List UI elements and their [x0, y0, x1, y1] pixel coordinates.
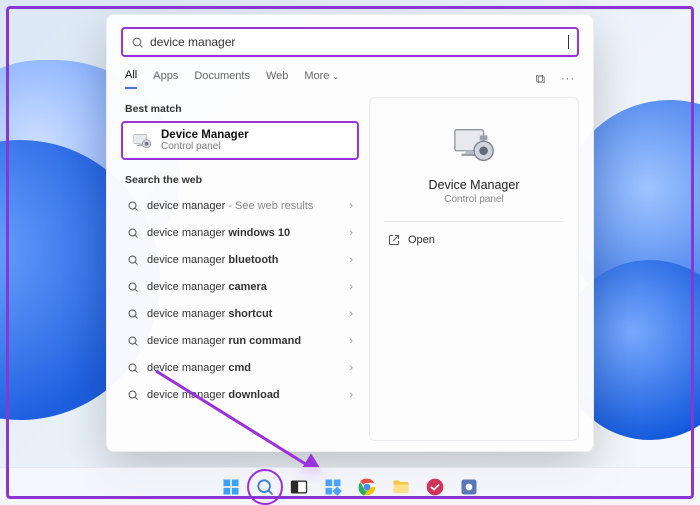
taskbar-widgets-button[interactable]: [320, 474, 346, 500]
chevron-right-icon: ›: [349, 227, 353, 239]
chevron-right-icon: ›: [349, 362, 353, 374]
web-result-item[interactable]: device manager - See web results ›: [121, 192, 359, 219]
taskbar-start-button[interactable]: [218, 474, 244, 500]
web-result-text: device manager download: [147, 389, 341, 401]
web-result-item[interactable]: device manager shortcut ›: [121, 300, 359, 327]
search-icon: [127, 335, 139, 347]
taskbar-app-right2[interactable]: [456, 474, 482, 500]
preview-subtitle: Control panel: [444, 194, 503, 205]
chevron-right-icon: ›: [349, 389, 353, 401]
web-result-text: device manager - See web results: [147, 200, 341, 212]
taskbar: [0, 467, 700, 505]
chevron-right-icon: ›: [349, 308, 353, 320]
chevron-right-icon: ›: [349, 254, 353, 266]
taskbar-taskview-button[interactable]: [286, 474, 312, 500]
web-result-item[interactable]: device manager download ›: [121, 381, 359, 408]
search-icon: [127, 281, 139, 293]
open-icon: [388, 234, 400, 246]
tab-apps[interactable]: Apps: [153, 70, 178, 88]
open-action[interactable]: Open: [384, 228, 564, 252]
tab-more[interactable]: More ⌄: [304, 70, 339, 88]
search-web-heading: Search the web: [121, 168, 359, 192]
search-input[interactable]: [150, 35, 562, 49]
chrome-icon: [357, 477, 377, 497]
chevron-right-icon: ›: [349, 335, 353, 347]
text-caret: [568, 35, 569, 49]
chevron-right-icon: ›: [349, 200, 353, 212]
task-view-icon: [289, 477, 309, 497]
web-result-item[interactable]: device manager camera ›: [121, 273, 359, 300]
open-label: Open: [408, 234, 435, 246]
web-result-item[interactable]: device manager bluetooth ›: [121, 246, 359, 273]
app-icon: [459, 477, 479, 497]
tab-web[interactable]: Web: [266, 70, 288, 88]
taskbar-explorer[interactable]: [388, 474, 414, 500]
more-options-icon[interactable]: ···: [561, 73, 575, 85]
annotation-highlight: [247, 469, 283, 505]
taskbar-search-button[interactable]: [252, 474, 278, 500]
web-result-text: device manager cmd: [147, 362, 341, 374]
search-input-container[interactable]: [121, 27, 579, 57]
app-icon: [425, 477, 445, 497]
search-icon: [127, 254, 139, 266]
best-match-title: Device Manager: [161, 129, 249, 141]
web-result-item[interactable]: device manager run command ›: [121, 327, 359, 354]
windows-icon: [221, 477, 241, 497]
web-result-item[interactable]: device manager cmd ›: [121, 354, 359, 381]
web-result-text: device manager bluetooth: [147, 254, 341, 266]
device-manager-icon: [131, 130, 153, 152]
search-icon: [127, 362, 139, 374]
web-result-text: device manager run command: [147, 335, 341, 347]
best-match-subtitle: Control panel: [161, 141, 249, 152]
search-icon: [127, 308, 139, 320]
folder-icon: [391, 477, 411, 497]
chevron-right-icon: ›: [349, 281, 353, 293]
search-icon: [127, 227, 139, 239]
widgets-icon: [323, 477, 343, 497]
taskbar-chrome[interactable]: [354, 474, 380, 500]
results-left-column: Best match Device Manager Control panel …: [121, 97, 359, 441]
search-icon: [127, 389, 139, 401]
web-result-text: device manager windows 10: [147, 227, 341, 239]
taskbar-app-right1[interactable]: [422, 474, 448, 500]
best-match-heading: Best match: [121, 97, 359, 121]
web-result-item[interactable]: device manager windows 10 ›: [121, 219, 359, 246]
tab-documents[interactable]: Documents: [194, 70, 250, 88]
start-search-panel: All Apps Documents Web More ⌄ ⧉ ··· Best…: [106, 14, 594, 452]
account-icon[interactable]: ⧉: [536, 71, 545, 87]
web-result-text: device manager shortcut: [147, 308, 341, 320]
best-match-result[interactable]: Device Manager Control panel: [121, 121, 359, 160]
tab-all[interactable]: All: [125, 69, 137, 89]
result-preview-pane: Device Manager Control panel Open: [369, 97, 579, 441]
search-icon: [127, 200, 139, 212]
divider: [384, 221, 564, 222]
search-filter-tabs: All Apps Documents Web More ⌄ ⧉ ···: [121, 69, 579, 89]
web-result-text: device manager camera: [147, 281, 341, 293]
web-results-list: device manager - See web results›device …: [121, 192, 359, 408]
device-manager-icon: [451, 122, 497, 168]
preview-title: Device Manager: [428, 178, 519, 192]
search-icon: [131, 36, 144, 49]
